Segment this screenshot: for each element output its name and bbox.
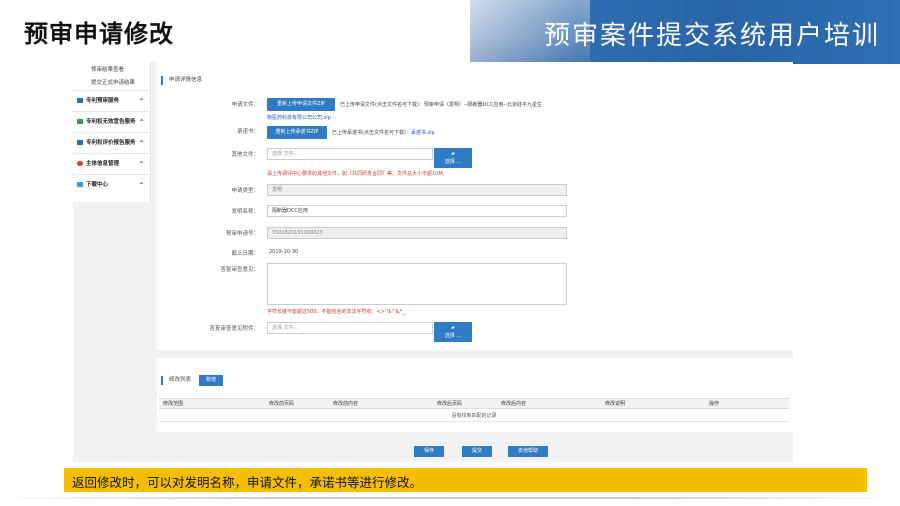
reupload-commitment-button[interactable]: 重新上传承诺书ZIP (267, 126, 327, 139)
sidebar-item-label: 专利权评价报告服务 (86, 140, 136, 146)
column-header[interactable]: 修改说明 (605, 399, 625, 409)
modification-list-panel: 修改列表 新增 修改范围 修改前页码 修改前内容 修改后页码 修改后内容 修改说… (157, 358, 793, 432)
column-header[interactable]: 修改前页码 (269, 399, 294, 409)
sidebar-item-label: 主体信息管理 (86, 161, 120, 167)
slide-title: 预审申请修改 (24, 20, 174, 48)
column-header[interactable]: 操作 (709, 399, 719, 409)
add-button[interactable]: 新增 (199, 375, 223, 386)
reply-opinion-textarea[interactable] (267, 263, 567, 305)
application-file-label: 申请文件： (231, 102, 259, 108)
column-header[interactable]: 修改范围 (163, 399, 183, 409)
deadline-label: 截止日期： (231, 251, 259, 257)
empty-table-message: 没有找到匹配的记录 (159, 410, 789, 422)
other-files-label: 其他文件： (231, 152, 259, 158)
column-header[interactable]: 修改前内容 (333, 399, 358, 409)
invention-name-input[interactable]: 隔断器DCC应用 (267, 205, 567, 217)
reply-attachment-choose-button[interactable]: ▰ 选择 ... (434, 322, 472, 342)
sidebar-item-entity[interactable]: 主体信息管理 ^ (73, 153, 150, 174)
sidebar-item-download[interactable]: 下载中心 ^ (73, 174, 150, 195)
application-file-link[interactable]: 物医药科技有限公司公司.zip (267, 114, 331, 121)
decorative-line (0, 497, 900, 499)
slide-header: 预审申请修改 预审案件提交系统用户培训 (0, 0, 900, 64)
other-files-choose-button[interactable]: ▰ 选择 ... (434, 148, 472, 168)
sidebar-item-label: 专利权无效宣告服务 (86, 119, 136, 125)
chevron-up-icon: ^ (138, 119, 144, 126)
caption-text: 返回修改时，可以对发明名称，申请文件，承诺书等进行修改。 (72, 475, 423, 490)
preexam-no-label: 预审申请号： (225, 231, 259, 237)
column-header[interactable]: 修改后内容 (501, 399, 526, 409)
other-files-input[interactable]: 选择 文件... (267, 148, 433, 160)
chevron-up-icon: ^ (138, 182, 144, 189)
commitment-label: 承诺书： (236, 129, 259, 135)
save-button[interactable]: 保存 (414, 446, 444, 457)
people-icon (77, 161, 83, 166)
app-type-label: 申请类型： (231, 188, 259, 194)
app-window: 预审结果查看 提交正式申请结果 专利预审服务 ^ 专利权无效宣告服务 ^ 专利权… (73, 62, 793, 462)
sidebar-subitem-result[interactable]: 预审结果查看 (73, 64, 150, 77)
reply-opinion-label: 答复审查意见： (220, 267, 259, 273)
caption-bar: 返回修改时，可以对发明名称，申请文件，承诺书等进行修改。 (64, 468, 867, 492)
sidebar-item-preexam[interactable]: 专利预审服务 ^ (73, 90, 150, 111)
invention-name-label: 发明名称： (231, 209, 259, 215)
table-header: 修改范围 修改前页码 修改前内容 修改后页码 修改后内容 修改说明 操作 (159, 398, 789, 409)
other-files-warning: 请上传调评中心要求的其他文件，如《共同研发合同》等，文件总大小不超10M。 (267, 171, 448, 177)
banner: 预审案件提交系统用户培训 (470, 0, 900, 64)
list-title: 修改列表 (161, 376, 191, 385)
download-icon (77, 182, 83, 187)
sidebar-item-label: 下载中心 (86, 182, 109, 188)
reply-opinion-warning: 字符长度不能超过500；不能包含的非法字符有：<>'!$^&*_ (267, 309, 405, 315)
app-type-field: 发明 (267, 184, 567, 196)
deadline-value: 2019-10-30 (269, 249, 299, 255)
sidebar-item-evaluation[interactable]: 专利权评价报告服务 ^ (73, 132, 150, 153)
sidebar-item-invalidation[interactable]: 专利权无效宣告服务 ^ (73, 111, 150, 132)
submit-button[interactable]: 提交 (462, 446, 492, 457)
banner-title: 预审案件提交系统用户培训 (543, 21, 880, 51)
reply-attachment-input[interactable]: 选择 文件... (267, 322, 433, 334)
reupload-application-button[interactable]: 重新上传申请文件ZIP (267, 98, 335, 111)
folder-open-icon: ▰ (451, 325, 455, 331)
help-button[interactable]: 去他帮助 (508, 446, 548, 457)
chevron-up-icon: ^ (138, 98, 144, 105)
chevron-up-icon: ^ (138, 161, 144, 168)
sidebar-item-label: 专利预审服务 (86, 98, 120, 104)
folder-open-icon: ▰ (451, 151, 455, 157)
commitment-file-link[interactable]: 承诺书.zip (411, 130, 435, 136)
sidebar-subitem-formal-result[interactable]: 提交正式申请结果 (73, 77, 150, 90)
preexam-no-field: Y501820191000023 (267, 227, 567, 239)
section-title: 申请详情信息 (161, 76, 202, 85)
folder-icon (77, 98, 83, 103)
folder-icon (77, 140, 83, 145)
application-file-status: 已上传申请文件(点击文件名可下载)：预审申请（发明）--隔断器DCC应用--北京… (340, 102, 542, 108)
column-header[interactable]: 修改后页码 (437, 399, 462, 409)
reply-attachment-label: 答复审查意见附件： (209, 326, 259, 332)
commitment-status: 已上传承诺书(点击文件名可下载)：承诺书.zip (332, 130, 435, 136)
sidebar: 预审结果查看 提交正式申请结果 专利预审服务 ^ 专利权无效宣告服务 ^ 专利权… (73, 62, 151, 202)
doc-icon (77, 119, 83, 124)
chevron-up-icon: ^ (138, 140, 144, 147)
application-detail-panel: 申请详情信息 申请文件： 重新上传申请文件ZIP 已上传申请文件(点击文件名可下… (157, 62, 793, 350)
